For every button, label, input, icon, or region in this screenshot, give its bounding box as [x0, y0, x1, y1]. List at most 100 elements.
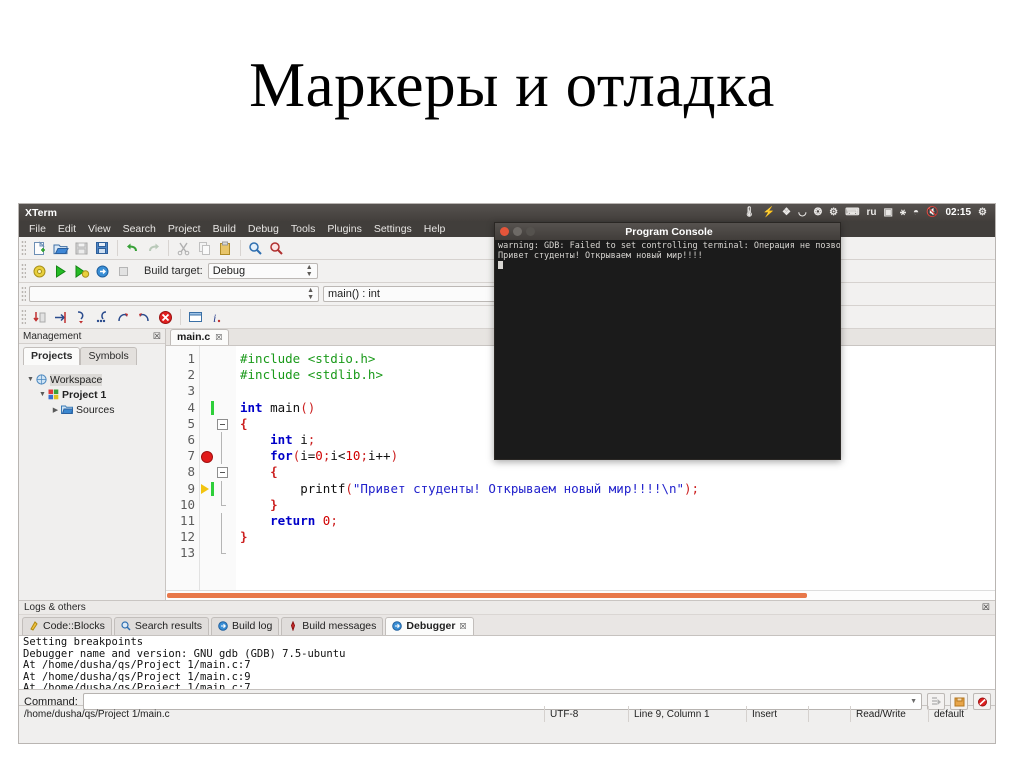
close-icon[interactable]: ☒ [215, 333, 222, 342]
next-line-icon[interactable] [52, 309, 69, 326]
tab-codeblocks[interactable]: Code::Blocks [22, 617, 112, 635]
scrollbar-thumb[interactable] [167, 593, 807, 598]
save-icon[interactable] [73, 240, 90, 257]
fold-line-5[interactable] [214, 416, 236, 432]
step-into-icon[interactable] [73, 309, 90, 326]
build-and-run-icon[interactable] [73, 263, 90, 280]
toolbar-grip[interactable] [21, 263, 26, 279]
tab-debugger[interactable]: Debugger ☒ [385, 617, 474, 635]
menu-item-help[interactable]: Help [418, 221, 452, 237]
marker-line-4[interactable] [200, 400, 214, 416]
build-target-combo[interactable]: Debug ▲ ▼ [207, 263, 318, 279]
tab-symbols[interactable]: Symbols [80, 347, 137, 365]
marker-line-13[interactable] [200, 545, 214, 561]
stop-debugger-icon[interactable] [157, 309, 174, 326]
editor-horizontal-scrollbar[interactable] [166, 590, 995, 600]
chevron-down-icon[interactable]: ▼ [25, 376, 36, 383]
cut-icon[interactable] [175, 240, 192, 257]
step-out-icon[interactable] [94, 309, 111, 326]
thermometer-icon[interactable]: 🌡 [743, 207, 756, 218]
tab-build-messages[interactable]: Build messages [281, 617, 384, 635]
gear-icon[interactable]: ⚙ [978, 207, 987, 218]
menu-item-plugins[interactable]: Plugins [321, 221, 367, 237]
close-icon[interactable]: ☒ [459, 622, 466, 631]
tab-build-log[interactable]: Build log [211, 617, 280, 635]
marker-line-3[interactable] [200, 383, 214, 399]
program-console-window[interactable]: Program Console warning: GDB: Failed to … [494, 222, 841, 460]
close-icon[interactable]: ☒ [153, 331, 161, 342]
copy-icon[interactable] [196, 240, 213, 257]
marker-margin[interactable] [200, 346, 214, 590]
menu-item-build[interactable]: Build [207, 221, 242, 237]
volume-muted-icon[interactable]: 🔇 [926, 207, 938, 218]
keyboard-layout-label[interactable]: ru [867, 207, 877, 218]
bluetooth-icon[interactable]: ⚹ [900, 207, 906, 218]
fold-collapse-icon[interactable] [217, 418, 228, 430]
marker-line-9[interactable] [200, 481, 214, 497]
wifi-icon[interactable]: ◓ [913, 207, 919, 218]
marker-line-5[interactable] [200, 416, 214, 432]
marker-line-7[interactable] [200, 448, 214, 464]
menu-item-file[interactable]: File [23, 221, 52, 237]
debugging-windows-icon[interactable] [187, 309, 204, 326]
toolbar-grip[interactable] [21, 240, 26, 256]
fold-line-8[interactable] [214, 464, 236, 480]
clock[interactable]: 02:15 [945, 207, 971, 218]
menu-item-edit[interactable]: Edit [52, 221, 82, 237]
undo-icon[interactable] [124, 240, 141, 257]
menu-item-debug[interactable]: Debug [242, 221, 285, 237]
menu-item-view[interactable]: View [82, 221, 117, 237]
toolbar-grip[interactable] [21, 286, 26, 302]
tab-search-results[interactable]: Search results [113, 617, 209, 635]
spinner-icon[interactable]: ▲ ▼ [307, 287, 314, 301]
dropbox-icon[interactable]: ❖ [782, 207, 791, 218]
marker-line-8[interactable] [200, 464, 214, 480]
fold-collapse-icon[interactable] [217, 467, 228, 479]
run-icon[interactable] [52, 263, 69, 280]
step-into-instruction-icon[interactable] [136, 309, 153, 326]
run-to-cursor-icon[interactable] [31, 309, 48, 326]
marker-line-10[interactable] [200, 497, 214, 513]
abort-build-icon[interactable] [115, 263, 132, 280]
close-icon[interactable] [500, 227, 509, 236]
new-file-icon[interactable] [31, 240, 48, 257]
paste-icon[interactable] [217, 240, 234, 257]
find-icon[interactable] [247, 240, 264, 257]
various-info-icon[interactable]: i [208, 309, 225, 326]
marker-line-1[interactable] [200, 351, 214, 367]
menu-item-search[interactable]: Search [117, 221, 162, 237]
power-bolt-icon[interactable]: ⚡ [763, 207, 775, 218]
bowl-icon[interactable]: ◡ [798, 207, 807, 218]
open-file-icon[interactable] [52, 240, 69, 257]
chevron-right-icon[interactable]: ▶ [50, 406, 61, 414]
menu-item-settings[interactable]: Settings [368, 221, 418, 237]
toolbar-grip[interactable] [21, 309, 26, 325]
chevron-down-icon[interactable]: ▼ [910, 698, 917, 705]
tab-projects[interactable]: Projects [23, 347, 81, 365]
breakpoint-icon[interactable] [201, 450, 213, 463]
close-icon[interactable]: ☒ [982, 602, 990, 613]
flask-icon[interactable]: ⚙ [829, 207, 838, 218]
minimize-icon[interactable] [513, 227, 522, 236]
spinner-icon[interactable]: ▲ ▼ [306, 264, 313, 278]
tree-node-project[interactable]: ▼ Project 1 [25, 387, 165, 402]
build-icon[interactable] [31, 263, 48, 280]
battery-icon[interactable]: ▣ [884, 207, 893, 218]
save-all-icon[interactable] [94, 240, 111, 257]
rebuild-icon[interactable] [94, 263, 111, 280]
marker-line-2[interactable] [200, 367, 214, 383]
marker-line-11[interactable] [200, 513, 214, 529]
redo-icon[interactable] [145, 240, 162, 257]
maximize-icon[interactable] [526, 227, 535, 236]
keyboard-icon[interactable]: ⌨ [845, 207, 859, 218]
debugger-log-output[interactable]: Setting breakpoints Debugger name and ve… [19, 635, 995, 690]
fold-margin[interactable] [214, 346, 236, 590]
namespace-combo[interactable]: ▲ ▼ [29, 286, 319, 302]
marker-line-12[interactable] [200, 529, 214, 545]
marker-line-6[interactable] [200, 432, 214, 448]
tree-node-workspace[interactable]: ▼ Workspace [25, 372, 165, 387]
tree-node-sources[interactable]: ▶ Sources [25, 402, 165, 417]
chevron-down-icon[interactable]: ▼ [37, 391, 48, 398]
next-instruction-icon[interactable] [115, 309, 132, 326]
shutter-icon[interactable]: ❂ [814, 207, 822, 218]
